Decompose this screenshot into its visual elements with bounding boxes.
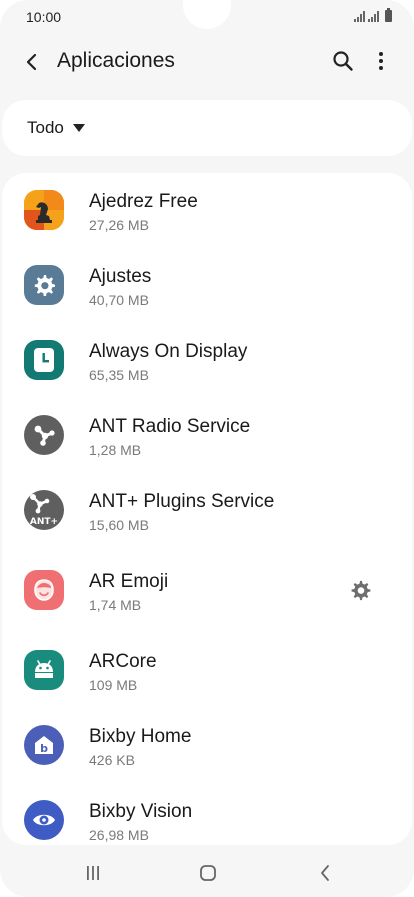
signal-1-icon: [354, 11, 365, 22]
svg-text:b: b: [40, 742, 48, 755]
app-size: 65,35 MB: [89, 367, 149, 383]
signal-2-icon: [368, 11, 379, 22]
app-name: Ajedrez Free: [89, 191, 198, 212]
page-title: Aplicaciones: [57, 49, 175, 72]
app-row-ajustes[interactable]: Ajustes 40,70 MB: [2, 248, 412, 323]
bixby-vision-icon: [24, 800, 64, 840]
app-size: 40,70 MB: [89, 292, 149, 308]
app-name: Bixby Vision: [89, 801, 193, 822]
settings-gear-icon: [351, 580, 371, 601]
status-bar: 10:00: [0, 0, 414, 34]
app-name: ANT Radio Service: [89, 416, 251, 437]
gear-icon: [24, 265, 64, 305]
app-size: 27,26 MB: [89, 217, 149, 233]
recents-icon: [87, 866, 99, 880]
nav-back-icon: [321, 865, 329, 881]
home-button[interactable]: [193, 860, 223, 886]
ant-radio-icon: [24, 415, 64, 455]
ant-plus-icon-label: ANT+: [30, 517, 58, 527]
status-icons: [354, 8, 392, 22]
app-size: 109 MB: [89, 677, 138, 693]
app-row-bixby-home[interactable]: b Bixby Home 426 KB: [2, 708, 412, 783]
app-name: Always On Display: [89, 341, 248, 362]
app-name: ARCore: [89, 651, 157, 672]
app-screen: 10:00 Aplicaciones Todo Ajedrez Free 27,…: [0, 0, 414, 897]
app-row-ant-plugins-service[interactable]: ANT+ ANT+ Plugins Service 15,60 MB: [2, 473, 412, 548]
app-list: Ajedrez Free 27,26 MB Ajustes 40,70 MB A…: [2, 173, 412, 845]
chess-icon: [24, 190, 64, 230]
app-name: Ajustes: [89, 266, 152, 287]
app-row-ar-emoji[interactable]: AR Emoji 1,74 MB: [2, 553, 412, 628]
status-clock: 10:00: [26, 9, 62, 25]
app-size: 26,98 MB: [89, 827, 149, 843]
home-icon: [200, 865, 216, 881]
app-size: 1,74 MB: [89, 597, 142, 613]
android-icon: [24, 650, 64, 690]
app-size: 15,60 MB: [89, 517, 149, 533]
app-row-bixby-vision[interactable]: Bixby Vision 26,98 MB: [2, 783, 412, 845]
battery-icon: [385, 8, 392, 22]
bixby-home-icon: b: [24, 725, 64, 765]
caret-down-icon: [72, 124, 85, 132]
camera-notch: [183, 0, 231, 29]
app-row-always-on-display[interactable]: Always On Display 65,35 MB: [2, 323, 412, 398]
app-size: 426 KB: [89, 752, 135, 768]
search-icon: [333, 51, 353, 71]
app-row-ajedrez-free[interactable]: Ajedrez Free 27,26 MB: [2, 173, 412, 248]
app-name: AR Emoji: [89, 571, 169, 592]
ant-plus-icon: ANT+: [24, 490, 64, 530]
navigation-bar: [0, 848, 414, 897]
nav-back-button[interactable]: [310, 860, 340, 886]
filter-dropdown[interactable]: Todo: [2, 100, 412, 156]
app-row-ant-radio-service[interactable]: ANT Radio Service 1,28 MB: [2, 398, 412, 473]
more-options-button[interactable]: [366, 44, 396, 78]
back-arrow-icon: [26, 53, 37, 71]
app-header: Aplicaciones: [0, 36, 414, 86]
more-vertical-icon: [379, 52, 383, 70]
back-button[interactable]: [14, 44, 50, 80]
ar-emoji-settings-button[interactable]: [348, 578, 374, 604]
recents-button[interactable]: [78, 860, 108, 886]
app-name: Bixby Home: [89, 726, 192, 747]
ar-emoji-icon: [24, 570, 64, 610]
search-button[interactable]: [326, 44, 360, 78]
app-name: ANT+ Plugins Service: [89, 491, 275, 512]
app-size: 1,28 MB: [89, 442, 142, 458]
app-row-arcore[interactable]: ARCore 109 MB: [2, 633, 412, 708]
filter-label: Todo: [27, 118, 64, 137]
clock-icon: [24, 340, 64, 380]
